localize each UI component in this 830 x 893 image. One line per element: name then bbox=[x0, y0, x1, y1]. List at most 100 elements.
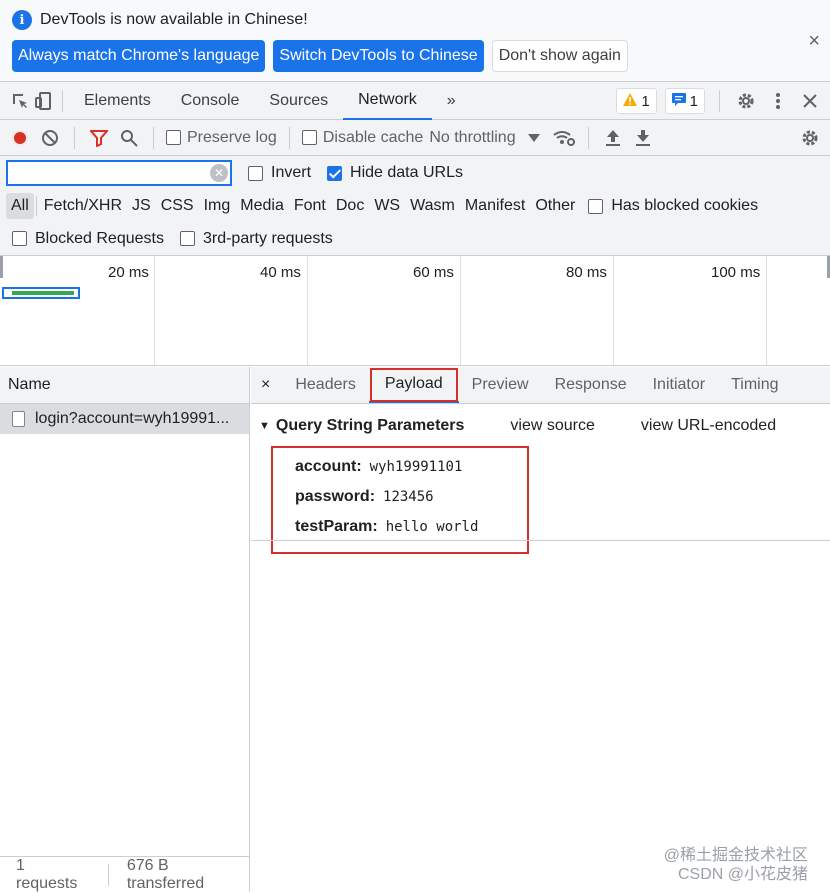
chevron-down-icon[interactable] bbox=[522, 126, 546, 150]
network-conditions-icon[interactable] bbox=[552, 126, 576, 150]
watermark-line-1: @稀土掘金技术社区 bbox=[663, 847, 808, 864]
separator bbox=[288, 126, 290, 149]
download-icon[interactable] bbox=[631, 126, 655, 150]
resource-type-bar: All Fetch/XHR JS CSS Img Media Font Doc … bbox=[0, 190, 830, 222]
close-infobar-icon[interactable]: × bbox=[808, 30, 820, 53]
type-other[interactable]: Other bbox=[530, 193, 580, 219]
info-icon: i bbox=[12, 10, 32, 30]
grid-line bbox=[613, 256, 614, 365]
separator bbox=[74, 126, 75, 149]
tab-payload[interactable]: Payload bbox=[368, 367, 459, 403]
inspect-element-icon[interactable] bbox=[8, 89, 32, 113]
tab-initiator[interactable]: Initiator bbox=[640, 367, 718, 404]
messages-badge[interactable]: 1 bbox=[664, 88, 705, 114]
has-blocked-cookies-checkbox[interactable] bbox=[588, 198, 604, 214]
filter-icon[interactable] bbox=[87, 126, 111, 150]
third-party-label: 3rd-party requests bbox=[202, 229, 333, 247]
upload-icon[interactable] bbox=[601, 126, 625, 150]
timeline-left-handle[interactable] bbox=[0, 256, 3, 278]
search-icon[interactable] bbox=[117, 126, 141, 150]
section-title: Query String Parameters bbox=[275, 417, 465, 434]
tab-response[interactable]: Response bbox=[542, 367, 640, 404]
infobar-message: DevTools is now available in Chinese! bbox=[40, 11, 308, 28]
more-options-icon[interactable] bbox=[766, 89, 790, 113]
grid-line bbox=[154, 256, 155, 365]
warning-icon bbox=[623, 92, 638, 110]
warning-count: 1 bbox=[641, 92, 650, 110]
match-language-button[interactable]: Always match Chrome's language bbox=[12, 40, 266, 72]
tab-console[interactable]: Console bbox=[166, 82, 255, 120]
network-settings-gear-icon[interactable] bbox=[798, 126, 822, 150]
section-header[interactable]: ▼ Query String Parameters view source vi… bbox=[259, 412, 830, 440]
type-manifest[interactable]: Manifest bbox=[460, 193, 530, 219]
blocked-requests-checkbox[interactable] bbox=[12, 231, 27, 246]
filter-bar: ✕ Invert Hide data URLs bbox=[0, 156, 830, 190]
device-toolbar-icon[interactable] bbox=[32, 89, 56, 113]
request-list: Name login?account=wyh19991... 1 request… bbox=[0, 367, 250, 892]
has-blocked-cookies-label: Has blocked cookies bbox=[611, 197, 759, 214]
separator bbox=[587, 126, 589, 149]
view-url-encoded-link[interactable]: view URL-encoded bbox=[641, 417, 776, 435]
tab-preview[interactable]: Preview bbox=[459, 367, 542, 404]
type-img[interactable]: Img bbox=[199, 193, 236, 219]
param-key: testParam: bbox=[295, 518, 378, 535]
preserve-log-checkbox[interactable] bbox=[166, 130, 181, 145]
name-column-header[interactable]: Name bbox=[0, 367, 249, 404]
main-tab-bar: Elements Console Sources Network » 1 1 bbox=[0, 82, 830, 120]
tab-network[interactable]: Network bbox=[343, 82, 432, 120]
hide-data-urls-checkbox[interactable] bbox=[327, 165, 343, 181]
throttling-select[interactable]: No throttling bbox=[429, 129, 515, 147]
type-wasm[interactable]: Wasm bbox=[405, 193, 460, 219]
type-font[interactable]: Font bbox=[289, 193, 331, 219]
clear-icon[interactable] bbox=[38, 126, 62, 150]
invert-label: Invert bbox=[271, 164, 312, 181]
section-divider bbox=[251, 540, 830, 541]
type-doc[interactable]: Doc bbox=[331, 193, 369, 219]
param-key: password: bbox=[295, 488, 376, 505]
separator bbox=[35, 196, 37, 216]
separator bbox=[62, 89, 63, 112]
param-key: account: bbox=[295, 458, 362, 475]
query-string-section: ▼ Query String Parameters view source vi… bbox=[251, 404, 830, 554]
tab-timing[interactable]: Timing bbox=[718, 367, 791, 404]
status-bar: 1 requests 676 B transferred bbox=[0, 856, 249, 892]
invert-checkbox[interactable] bbox=[248, 165, 263, 181]
filter-input[interactable] bbox=[8, 162, 198, 184]
warnings-badge[interactable]: 1 bbox=[616, 88, 657, 114]
switch-language-button[interactable]: Switch DevTools to Chinese bbox=[273, 40, 484, 72]
request-name: login?account=wyh19991... bbox=[35, 410, 230, 427]
more-tabs-icon[interactable]: » bbox=[432, 82, 471, 120]
type-all[interactable]: All bbox=[6, 193, 34, 219]
tab-elements[interactable]: Elements bbox=[69, 82, 166, 120]
request-row[interactable]: login?account=wyh19991... bbox=[0, 404, 249, 434]
settings-gear-icon[interactable] bbox=[734, 89, 758, 113]
filter-input-box[interactable]: ✕ bbox=[6, 160, 232, 186]
request-count: 1 requests bbox=[16, 856, 78, 892]
split-pane: Name login?account=wyh19991... 1 request… bbox=[0, 367, 830, 892]
type-media[interactable]: Media bbox=[235, 193, 289, 219]
third-party-checkbox[interactable] bbox=[179, 231, 195, 246]
close-devtools-icon[interactable] bbox=[798, 89, 822, 113]
type-fetch-xhr[interactable]: Fetch/XHR bbox=[39, 193, 127, 219]
tab-headers[interactable]: Headers bbox=[282, 367, 368, 404]
clear-filter-icon[interactable]: ✕ bbox=[210, 164, 228, 182]
request-detail-pane: × Headers Payload Preview Response Initi… bbox=[251, 367, 830, 892]
dont-show-again-button[interactable]: Don't show again bbox=[491, 40, 628, 72]
tick-label: 20 ms bbox=[108, 264, 149, 281]
separator bbox=[153, 126, 154, 149]
query-params-list: account: wyh19991101 password: 123456 te… bbox=[271, 446, 529, 554]
waterfall-bar bbox=[2, 287, 80, 299]
type-ws[interactable]: WS bbox=[369, 193, 405, 219]
view-source-link[interactable]: view source bbox=[510, 417, 594, 435]
record-icon[interactable] bbox=[8, 126, 32, 150]
timeline-overview[interactable]: 20 ms 40 ms 60 ms 80 ms 100 ms bbox=[0, 256, 830, 366]
tab-sources[interactable]: Sources bbox=[254, 82, 343, 120]
disable-cache-label: Disable cache bbox=[322, 128, 424, 146]
expand-triangle-icon[interactable]: ▼ bbox=[259, 420, 270, 432]
type-css[interactable]: CSS bbox=[156, 193, 199, 219]
close-detail-icon[interactable]: × bbox=[261, 367, 282, 404]
disable-cache-checkbox[interactable] bbox=[301, 130, 317, 145]
watermark: @稀土掘金技术社区 CSDN @小花皮猪 bbox=[664, 846, 808, 884]
type-js[interactable]: JS bbox=[127, 193, 156, 219]
grid-line bbox=[766, 256, 767, 365]
